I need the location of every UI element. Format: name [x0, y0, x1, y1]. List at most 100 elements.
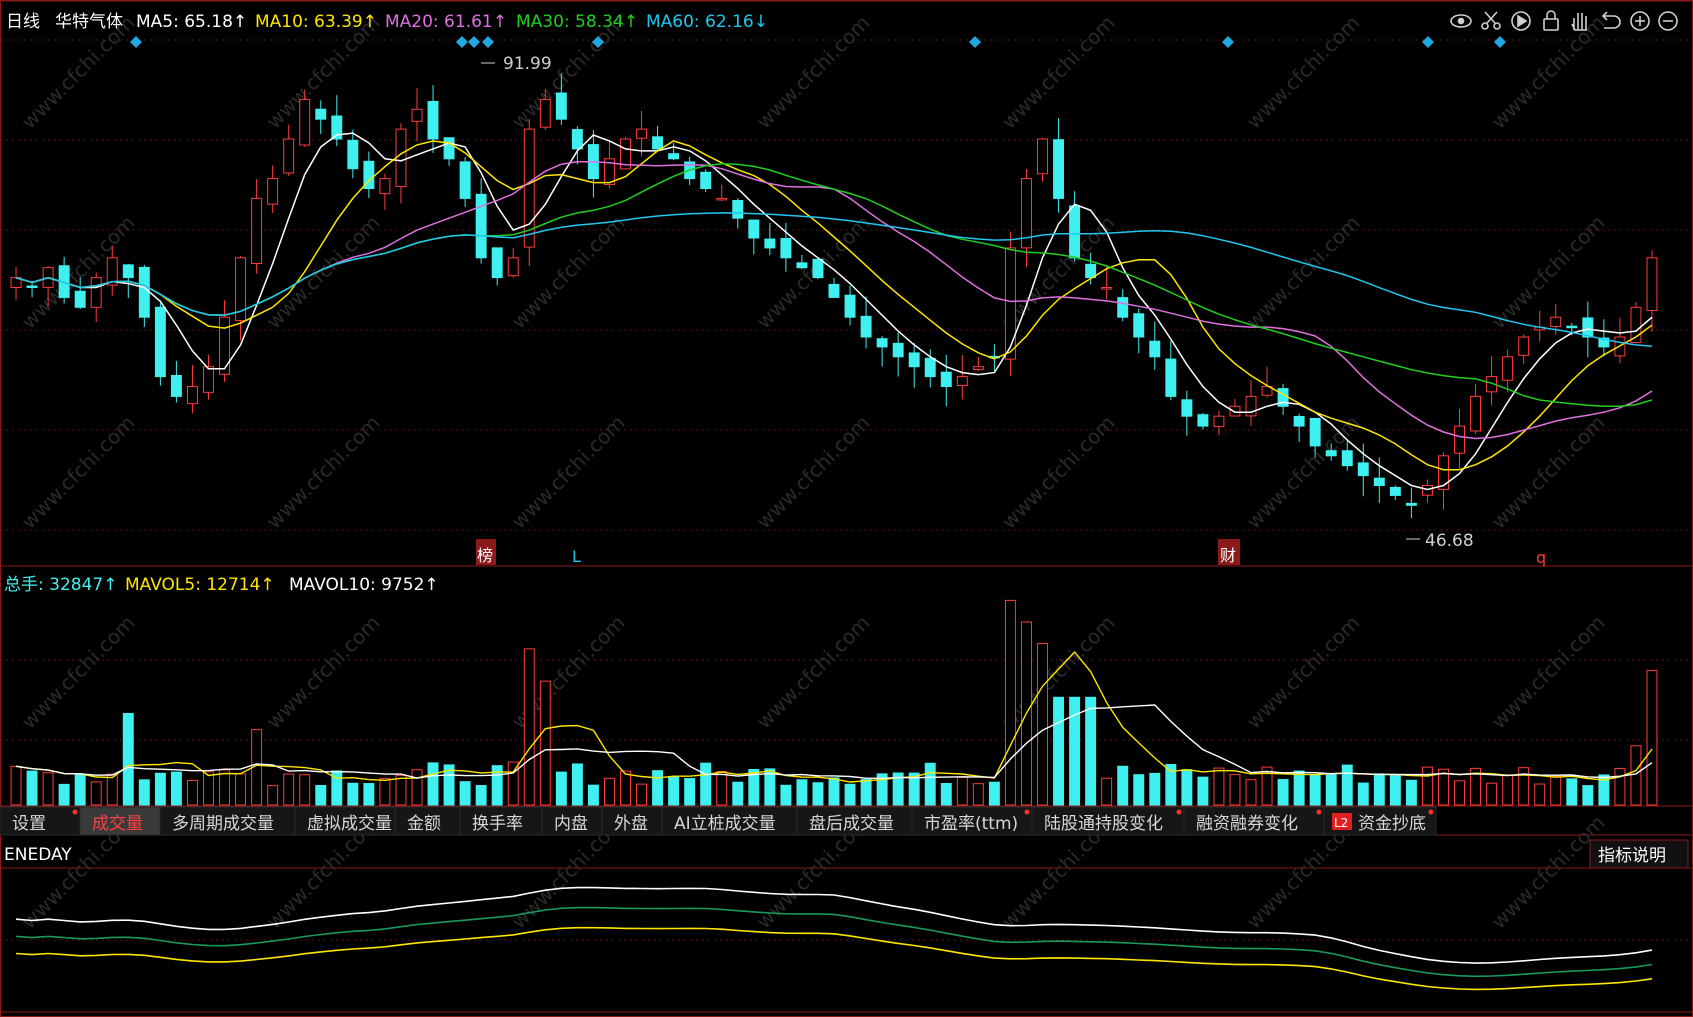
play-icon[interactable] [1511, 11, 1531, 31]
tab-label: 虚拟成交量 [307, 814, 392, 834]
tab-label: 设置 [12, 814, 46, 834]
volume-bar [620, 770, 631, 806]
volume-bar [732, 781, 744, 806]
volume-bar [652, 770, 664, 806]
watermark-text: www.cfchi.com [262, 411, 385, 534]
l2-badge-label: L2 [1334, 816, 1348, 830]
candle-body [186, 386, 198, 405]
stock-name: 华特气体 [55, 12, 123, 32]
volume-bar [828, 777, 840, 806]
tag-bang[interactable]: 榜 [477, 546, 493, 565]
tag-L[interactable]: L [572, 547, 581, 566]
volume-panel[interactable] [10, 599, 1658, 806]
volume-bar [844, 783, 856, 806]
volume-bar [1293, 770, 1305, 806]
volume-bar [315, 785, 327, 806]
tab-label: AI立桩成交量 [674, 814, 776, 834]
candle-body [940, 371, 952, 388]
candle-body [1101, 287, 1113, 290]
tab-5[interactable]: 换手率 [459, 806, 543, 836]
volume-bar [1550, 775, 1562, 806]
volume-bar [523, 648, 535, 806]
ene-mid-line [15, 906, 1653, 978]
volume-bar [860, 779, 872, 806]
candle-body [1149, 340, 1161, 358]
tab-label: 市盈率(ttm) [924, 814, 1018, 834]
watermark-text: www.cfchi.com [17, 611, 140, 734]
tab-9[interactable]: 盘后成交量 [796, 806, 913, 836]
volume-bar [1117, 765, 1129, 806]
volume-bar [154, 772, 166, 806]
candle-body [154, 306, 166, 378]
watermark-text: www.cfchi.com [1242, 411, 1365, 534]
signal-diamond [1494, 36, 1506, 48]
tab-8[interactable]: AI立桩成交量 [661, 806, 798, 836]
tab-3[interactable]: 虚拟成交量 [294, 806, 396, 836]
tab-label: 盘后成交量 [809, 814, 894, 834]
volume-bar [475, 785, 487, 806]
tag-q[interactable]: q [1536, 548, 1546, 567]
volume-bar [363, 783, 375, 806]
tab-label: 金额 [407, 814, 441, 834]
volume-bar [26, 770, 38, 806]
zoom-out-icon[interactable] [1658, 11, 1678, 31]
tab-label: 多周期成交量 [172, 814, 274, 834]
candle-body [796, 262, 808, 269]
tab-6[interactable]: 内盘 [541, 806, 603, 836]
tab-2[interactable]: 多周期成交量 [159, 806, 296, 836]
scissors-icon[interactable] [1481, 11, 1501, 30]
volume-bar [299, 774, 311, 806]
tab-10[interactable]: 市盈率(ttm) [911, 806, 1033, 836]
watermark-text: www.cfchi.com [752, 411, 875, 534]
tag-cai[interactable]: 财 [1220, 546, 1236, 565]
volume-bar [716, 771, 728, 806]
volume-bar [1389, 775, 1401, 806]
tab-7[interactable]: 外盘 [601, 806, 663, 836]
stock-chart[interactable]: www.cfchi.com www.cfchi.com www.cfchi.com w… [0, 0, 1693, 1017]
candle-body [1133, 313, 1145, 338]
candle-body [379, 178, 391, 195]
candle-body [267, 178, 279, 205]
candle-body [1341, 450, 1353, 467]
volume-bar [972, 783, 984, 806]
ma60-label: MA60: 62.16↓ [646, 12, 768, 32]
tab-label: 陆股通持股变化 [1044, 814, 1163, 834]
candle-body [1438, 455, 1449, 490]
tab-13[interactable]: L2 资金抄底 [1323, 806, 1437, 836]
indicator-help-button[interactable]: 指标说明 [1598, 846, 1666, 866]
volume-bar [603, 777, 615, 806]
volume-bar [235, 773, 247, 806]
lock-icon[interactable] [1543, 10, 1559, 31]
eneday-panel[interactable] [15, 886, 1653, 991]
watermark-text: www.cfchi.com [1242, 211, 1365, 334]
volume-bar [1502, 774, 1514, 806]
tab-4[interactable]: 金额 [394, 806, 461, 836]
tab-1[interactable]: 成交量 [79, 806, 161, 836]
high-annotation: 91.99 [481, 54, 552, 74]
volume-bar [1133, 774, 1145, 806]
tab-dot [1316, 809, 1322, 815]
tab-0[interactable]: 设置 [0, 806, 81, 836]
candle-body [748, 219, 760, 239]
volume-bar [395, 774, 407, 806]
volume-bar [1518, 767, 1530, 806]
candle-body [1550, 316, 1562, 328]
candle-body [219, 316, 230, 375]
volume-bar [1245, 779, 1257, 806]
tab-12[interactable]: 融资融券变化 [1183, 806, 1325, 836]
candle-body [1454, 425, 1465, 454]
candle-body [1405, 502, 1417, 506]
volume-bar [186, 780, 198, 806]
watermark-text: www.cfchi.com [17, 411, 140, 534]
candle-body [427, 100, 439, 140]
eye-icon[interactable] [1450, 14, 1472, 28]
volume-bar [1405, 779, 1417, 806]
candle-body [1518, 336, 1530, 356]
volume-bar [1309, 774, 1321, 806]
zoom-in-icon[interactable] [1630, 11, 1650, 31]
volume-bar [700, 762, 712, 806]
tab-11[interactable]: 陆股通持股变化 [1031, 806, 1185, 836]
candle-body [1357, 462, 1369, 477]
indicator-name: ENEDAY [4, 845, 72, 865]
watermark-text: www.cfchi.com [1487, 611, 1610, 734]
